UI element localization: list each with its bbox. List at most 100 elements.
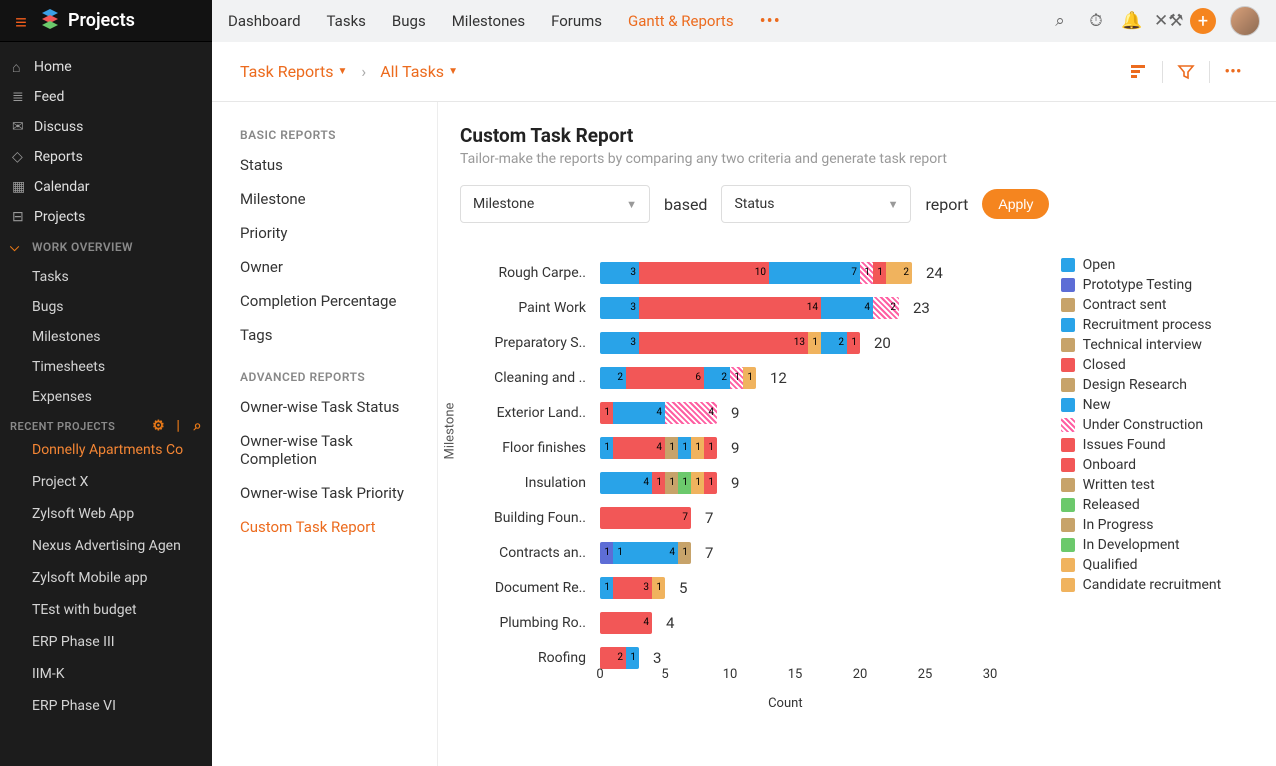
legend-item[interactable]: Design Research: [1061, 377, 1254, 393]
bar-row[interactable]: 77: [600, 500, 971, 535]
nav-calendar[interactable]: ▦Calendar: [0, 172, 212, 202]
report-status[interactable]: Status: [212, 148, 437, 182]
bar-row[interactable]: 4111119: [600, 465, 971, 500]
tab-gantt-reports[interactable]: Gantt & Reports: [628, 12, 734, 30]
bar-segment[interactable]: 1: [873, 262, 886, 284]
bar-segment[interactable]: 4: [821, 297, 873, 319]
recent-project[interactable]: ERP Phase III: [0, 626, 212, 658]
bell-icon[interactable]: 🔔: [1118, 7, 1146, 35]
tab-milestones[interactable]: Milestones: [452, 12, 525, 30]
bar-segment[interactable]: 4: [613, 437, 665, 459]
tab-bugs[interactable]: Bugs: [392, 12, 426, 30]
bar-segment[interactable]: 7: [769, 262, 860, 284]
recent-project[interactable]: IIM-K: [0, 658, 212, 690]
tab-tasks[interactable]: Tasks: [327, 12, 366, 30]
legend-item[interactable]: Prototype Testing: [1061, 277, 1254, 293]
nav-feed[interactable]: ≣Feed: [0, 82, 212, 112]
bar-segment[interactable]: 1: [613, 542, 626, 564]
filter-icon[interactable]: [1171, 57, 1201, 87]
bar-segment[interactable]: 1: [665, 437, 678, 459]
legend-item[interactable]: Qualified: [1061, 557, 1254, 573]
legend-item[interactable]: Candidate recruitment: [1061, 577, 1254, 593]
legend-item[interactable]: Open: [1061, 257, 1254, 273]
bar-row[interactable]: 1411119: [600, 430, 971, 465]
recent-project[interactable]: ERP Phase VI: [0, 690, 212, 722]
bar-segment[interactable]: 4: [665, 402, 717, 424]
bar-segment[interactable]: 10: [639, 262, 769, 284]
bar-segment[interactable]: 2: [873, 297, 899, 319]
bar-segment[interactable]: 6: [626, 367, 704, 389]
bar-segment[interactable]: 1: [704, 437, 717, 459]
report-owner[interactable]: Owner: [212, 250, 437, 284]
criteria2-select[interactable]: Status▼: [721, 185, 911, 223]
bar-segment[interactable]: 3: [600, 332, 639, 354]
bar-segment[interactable]: 1: [626, 647, 639, 669]
bar-chart-icon[interactable]: [1124, 57, 1154, 87]
recent-project[interactable]: Donnelly Apartments Co: [0, 434, 212, 466]
bar-segment[interactable]: 13: [639, 332, 808, 354]
bar-row[interactable]: 1449: [600, 395, 971, 430]
menu-icon[interactable]: ≡: [10, 10, 32, 32]
tab-forums[interactable]: Forums: [551, 12, 602, 30]
bar-row[interactable]: 3144223: [600, 290, 971, 325]
report-tags[interactable]: Tags: [212, 318, 437, 352]
more-icon[interactable]: •••: [1218, 57, 1248, 87]
bar-segment[interactable]: 1: [665, 472, 678, 494]
search-icon[interactable]: ⌕: [194, 418, 202, 434]
bar-segment[interactable]: 1: [652, 577, 665, 599]
bar-segment[interactable]: 1: [730, 367, 743, 389]
bar-segment[interactable]: 1: [743, 367, 756, 389]
legend-item[interactable]: New: [1061, 397, 1254, 413]
bar-row[interactable]: 44: [600, 605, 971, 640]
crumb-task-reports[interactable]: Task Reports▼: [240, 62, 347, 81]
bar-segment[interactable]: 4: [600, 472, 652, 494]
bar-segment[interactable]: 2: [886, 262, 912, 284]
bar-segment[interactable]: 1: [847, 332, 860, 354]
bar-segment[interactable]: 7: [600, 507, 691, 529]
add-button[interactable]: +: [1190, 8, 1216, 34]
timer-icon[interactable]: ⏱: [1082, 7, 1110, 35]
bar-segment[interactable]: 1: [860, 262, 873, 284]
bar-segment[interactable]: 1: [678, 542, 691, 564]
bar-segment[interactable]: 1: [678, 437, 691, 459]
bar-segment[interactable]: 1: [600, 542, 613, 564]
report-owner-wise-task-priority[interactable]: Owner-wise Task Priority: [212, 476, 437, 510]
criteria1-select[interactable]: Milestone▼: [460, 185, 650, 223]
bar-segment[interactable]: 1: [704, 472, 717, 494]
legend-item[interactable]: In Development: [1061, 537, 1254, 553]
bar-segment[interactable]: 3: [600, 262, 639, 284]
bar-segment[interactable]: 1: [600, 577, 613, 599]
legend-item[interactable]: Released: [1061, 497, 1254, 513]
bar-segment[interactable]: 1: [600, 402, 613, 424]
crumb-all-tasks[interactable]: All Tasks▼: [380, 62, 458, 81]
settings-icon[interactable]: ⚙: [152, 418, 165, 434]
bar-segment[interactable]: 2: [821, 332, 847, 354]
legend-item[interactable]: Under Construction: [1061, 417, 1254, 433]
overview-milestones[interactable]: Milestones: [0, 322, 212, 352]
bar-segment[interactable]: 4: [613, 402, 665, 424]
recent-project[interactable]: Zylsoft Mobile app: [0, 562, 212, 594]
legend-item[interactable]: Issues Found: [1061, 437, 1254, 453]
report-milestone[interactable]: Milestone: [212, 182, 437, 216]
bar-row[interactable]: 310711224: [600, 255, 971, 290]
legend-item[interactable]: Closed: [1061, 357, 1254, 373]
recent-project[interactable]: TEst with budget: [0, 594, 212, 626]
bar-segment[interactable]: 1: [808, 332, 821, 354]
report-owner-wise-task-status[interactable]: Owner-wise Task Status: [212, 390, 437, 424]
overview-bugs[interactable]: Bugs: [0, 292, 212, 322]
report-priority[interactable]: Priority: [212, 216, 437, 250]
bar-segment[interactable]: 2: [600, 367, 626, 389]
legend-item[interactable]: In Progress: [1061, 517, 1254, 533]
bar-row[interactable]: 2621112: [600, 360, 971, 395]
legend-item[interactable]: Recruitment process: [1061, 317, 1254, 333]
recent-project[interactable]: Project X: [0, 466, 212, 498]
report-completion-percentage[interactable]: Completion Percentage: [212, 284, 437, 318]
legend-item[interactable]: Onboard: [1061, 457, 1254, 473]
report-custom-task-report[interactable]: Custom Task Report: [212, 510, 437, 544]
overview-tasks[interactable]: Tasks: [0, 262, 212, 292]
recent-project[interactable]: Nexus Advertising Agen: [0, 530, 212, 562]
bar-segment[interactable]: 2: [600, 647, 626, 669]
nav-projects[interactable]: ⊟Projects: [0, 202, 212, 232]
nav-reports[interactable]: ◇Reports: [0, 142, 212, 172]
more-tabs-icon[interactable]: •••: [760, 11, 781, 32]
